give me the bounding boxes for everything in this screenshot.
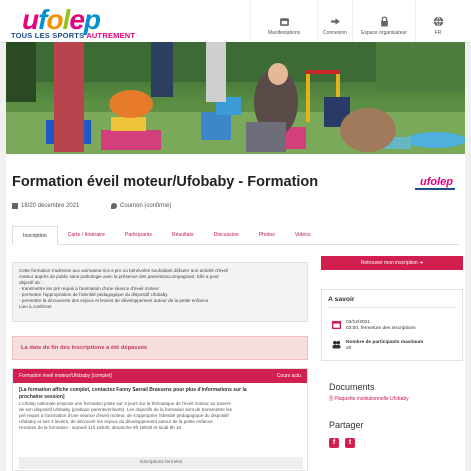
divider bbox=[328, 307, 456, 308]
session-title: Formation éveil moteur/Ufobaby [complet] bbox=[19, 373, 112, 379]
event-location: Coumon (confirmé) bbox=[111, 203, 171, 209]
partner-logo: ufolep bbox=[420, 176, 453, 188]
tagline-main: TOUS LES SPORTS bbox=[11, 31, 85, 40]
tab-photos[interactable]: Photos bbox=[249, 226, 285, 244]
nav-label: Connexion bbox=[323, 30, 347, 36]
tab-videos[interactable]: Vidéos bbox=[285, 226, 321, 244]
tab-inscription[interactable]: Inscription bbox=[12, 226, 58, 245]
calendar-icon bbox=[332, 320, 341, 329]
session-block: Formation éveil moteur/Ufobaby [complet]… bbox=[12, 368, 308, 471]
find-registration-button[interactable]: Retrouver mon inscription ➜ bbox=[321, 256, 463, 270]
nav-language[interactable]: FR bbox=[415, 0, 460, 42]
calendar-icon bbox=[279, 18, 289, 26]
hero-photo bbox=[6, 42, 465, 154]
tab-carte-itineraire[interactable]: Carte / Itinéraire bbox=[58, 226, 115, 244]
event-photo bbox=[6, 42, 465, 154]
tab-resultats[interactable]: Résultats bbox=[162, 226, 204, 244]
deadline-row: 03/12/2021 03:00, fermeture des inscript… bbox=[332, 320, 416, 332]
max-participants-row: Nombre de participants maximum 20 bbox=[332, 340, 423, 352]
max-participants-label: Nombre de participants maximum bbox=[346, 340, 424, 345]
tab-participants[interactable]: Participants bbox=[115, 226, 162, 244]
logo-tagline: TOUS LES SPORTS AUTREMENT bbox=[11, 31, 135, 40]
a-savoir-title: A savoir bbox=[328, 296, 355, 303]
inscriptions-closed-button: Inscriptions fermées bbox=[19, 457, 303, 469]
documents-title: Documents bbox=[329, 382, 375, 392]
arrow-right-icon: ➜ bbox=[419, 260, 424, 266]
event-tabs: Inscription Carte / Itinéraire Participa… bbox=[12, 226, 459, 245]
deadline-text: 03:00, fermeture des inscriptions bbox=[346, 326, 416, 331]
registration-closed-alert: La date de fin des inscriptions a été dé… bbox=[12, 336, 308, 360]
nav-label: Manifestations bbox=[267, 30, 301, 36]
session-notice: [La formation affiche complet, contactez… bbox=[19, 387, 247, 393]
find-registration-label: Retrouver mon inscription bbox=[360, 260, 418, 266]
lock-icon bbox=[380, 16, 388, 27]
facebook-icon[interactable]: f bbox=[329, 438, 339, 448]
nav-manifestations[interactable]: Manifestations bbox=[250, 0, 317, 42]
twitter-icon[interactable]: t bbox=[345, 438, 355, 448]
document-link[interactable]: 🗎 Plaquette institutionnelle Ufobaby bbox=[329, 396, 409, 404]
event-date: 18/20 décembre 2021 bbox=[12, 203, 79, 209]
max-participants-value: 20 bbox=[346, 346, 352, 351]
partner-logo-underline bbox=[415, 188, 455, 190]
document-link-label: Plaquette institutionnelle Ufobaby bbox=[334, 396, 409, 402]
event-card: Formation éveil moteur/Ufobaby - Formati… bbox=[6, 154, 465, 471]
nav-connexion[interactable]: Connexion bbox=[317, 0, 352, 42]
event-title: Formation éveil moteur/Ufobaby - Formati… bbox=[12, 174, 319, 190]
nav-label: FR bbox=[434, 30, 442, 36]
session-body: [La formation affiche complet, contactez… bbox=[13, 383, 307, 435]
event-date-text: 18/20 décembre 2021 bbox=[21, 203, 80, 209]
globe-icon bbox=[433, 16, 443, 27]
a-savoir-box: A savoir 03/12/2021 03:00, fermeture des… bbox=[321, 289, 463, 361]
description-line: Lieu à confirmer bbox=[19, 304, 52, 309]
session-line: Horaires de la formation : samedi 11h 18… bbox=[19, 425, 182, 430]
event-description: Cette formation s'adresse aux animateur.… bbox=[12, 262, 308, 322]
tagline-accent: AUTREMENT bbox=[86, 31, 136, 40]
top-bar: ufolep TOUS LES SPORTS AUTREMENT Manifes… bbox=[0, 0, 471, 43]
map-pin-icon bbox=[111, 203, 117, 209]
tab-discussion[interactable]: Discussion bbox=[204, 226, 249, 244]
nav-espace-organisateur[interactable]: Espace organisateur bbox=[352, 0, 415, 42]
session-link[interactable]: Cours actu bbox=[277, 373, 301, 379]
session-notice: prochaine session] bbox=[19, 394, 65, 400]
file-icon: 🗎 bbox=[329, 396, 334, 402]
nav-label: Espace organisateur bbox=[361, 30, 407, 36]
share-title: Partager bbox=[329, 420, 364, 430]
calendar-icon bbox=[12, 203, 18, 209]
session-header: Formation éveil moteur/Ufobaby [complet]… bbox=[13, 369, 307, 383]
event-location-text: Coumon (confirmé) bbox=[120, 203, 172, 209]
users-icon bbox=[332, 340, 341, 349]
login-icon bbox=[330, 18, 340, 25]
